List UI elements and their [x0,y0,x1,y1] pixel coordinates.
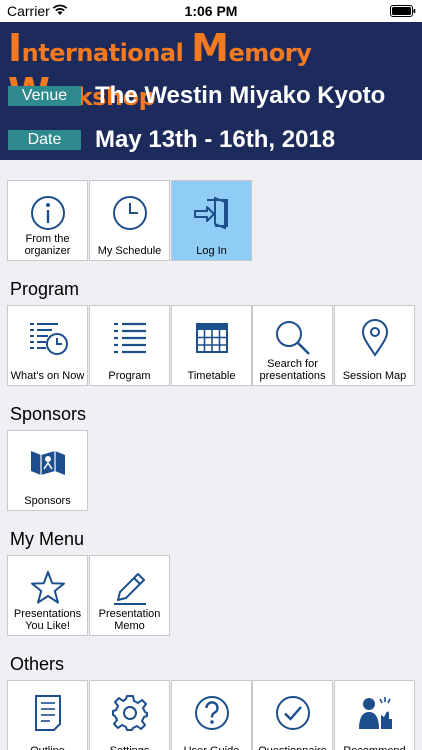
tile-label: Log In [196,245,227,257]
document-icon [8,695,87,731]
list-icon [90,320,169,356]
event-banner: International Memory Workshop Venue The … [0,22,422,160]
question-icon [172,695,251,731]
settings-button[interactable]: Settings [89,680,170,750]
outline-button[interactable]: Outline [7,680,88,750]
title-initial-i: I [8,26,22,70]
clock-icon [90,195,169,231]
event-dates: May 13th - 16th, 2018 [95,126,336,153]
tile-label: My Schedule [97,245,162,257]
from-organizer-button[interactable]: From the organizer [7,180,88,261]
star-icon [8,570,87,606]
status-bar: Carrier 1:06 PM [0,0,422,22]
recommend-button[interactable]: Recommend [334,680,415,750]
tile-label: Program [108,370,151,382]
tile-label: Search for presentations [259,358,326,382]
title-word-international: nternational [21,39,192,67]
gear-icon [90,695,169,731]
questionnaire-button[interactable]: Questionnaire [252,680,333,750]
login-button[interactable]: Log In [171,180,252,261]
session-map-button[interactable]: Session Map [334,305,415,386]
user-guide-button[interactable]: User Guide [171,680,252,750]
map-pin-icon [335,319,414,357]
others-section-title: Others [10,654,65,674]
tile-label: Presentations You Like! [13,608,82,632]
timetable-button[interactable]: Timetable [171,305,252,386]
program-section-title: Program [10,279,80,299]
tile-label: Questionnaire [255,731,330,750]
battery-icon [390,5,416,17]
venue-name: The Westin Miyako Kyoto [95,82,386,109]
tile-label: What's on Now [10,370,85,382]
tile-label: User Guide [174,731,249,750]
pencil-icon [90,570,169,606]
tile-label: Outline [10,731,85,750]
sponsor-icon [8,445,87,481]
tile-label: From the organizer [24,233,71,257]
program-button[interactable]: Program [89,305,170,386]
title-initial-m: M [191,26,229,70]
login-icon [172,195,251,231]
tile-label: Timetable [187,370,236,382]
my-schedule-button[interactable]: My Schedule [89,180,170,261]
tile-label: Settings [92,731,167,750]
tile-label: Recommend [337,731,412,750]
my-menu-section-title: My Menu [10,529,85,549]
thumbs-up-icon [335,695,414,731]
sponsors-section-title: Sponsors [10,404,87,424]
list-clock-icon [8,320,87,356]
status-time: 1:06 PM [184,3,238,19]
check-icon [253,695,332,731]
presentation-memo-button[interactable]: Presentation Memo [89,555,170,636]
sponsors-button[interactable]: Sponsors [7,430,88,511]
event-title: International Memory Workshop [8,26,418,114]
info-icon [8,195,87,231]
date-tag: Date [8,130,81,150]
search-icon [253,320,332,356]
whats-on-now-button[interactable]: What's on Now [7,305,88,386]
tile-label: Sponsors [24,495,71,507]
venue-tag: Venue [8,86,81,106]
tile-label: Presentation Memo [98,608,161,632]
tile-label: Session Map [342,370,407,382]
liked-presentations-button[interactable]: Presentations You Like! [7,555,88,636]
search-presentations-button[interactable]: Search for presentations [252,305,333,386]
calendar-icon [172,320,251,356]
title-word-memory: emory [228,39,312,67]
